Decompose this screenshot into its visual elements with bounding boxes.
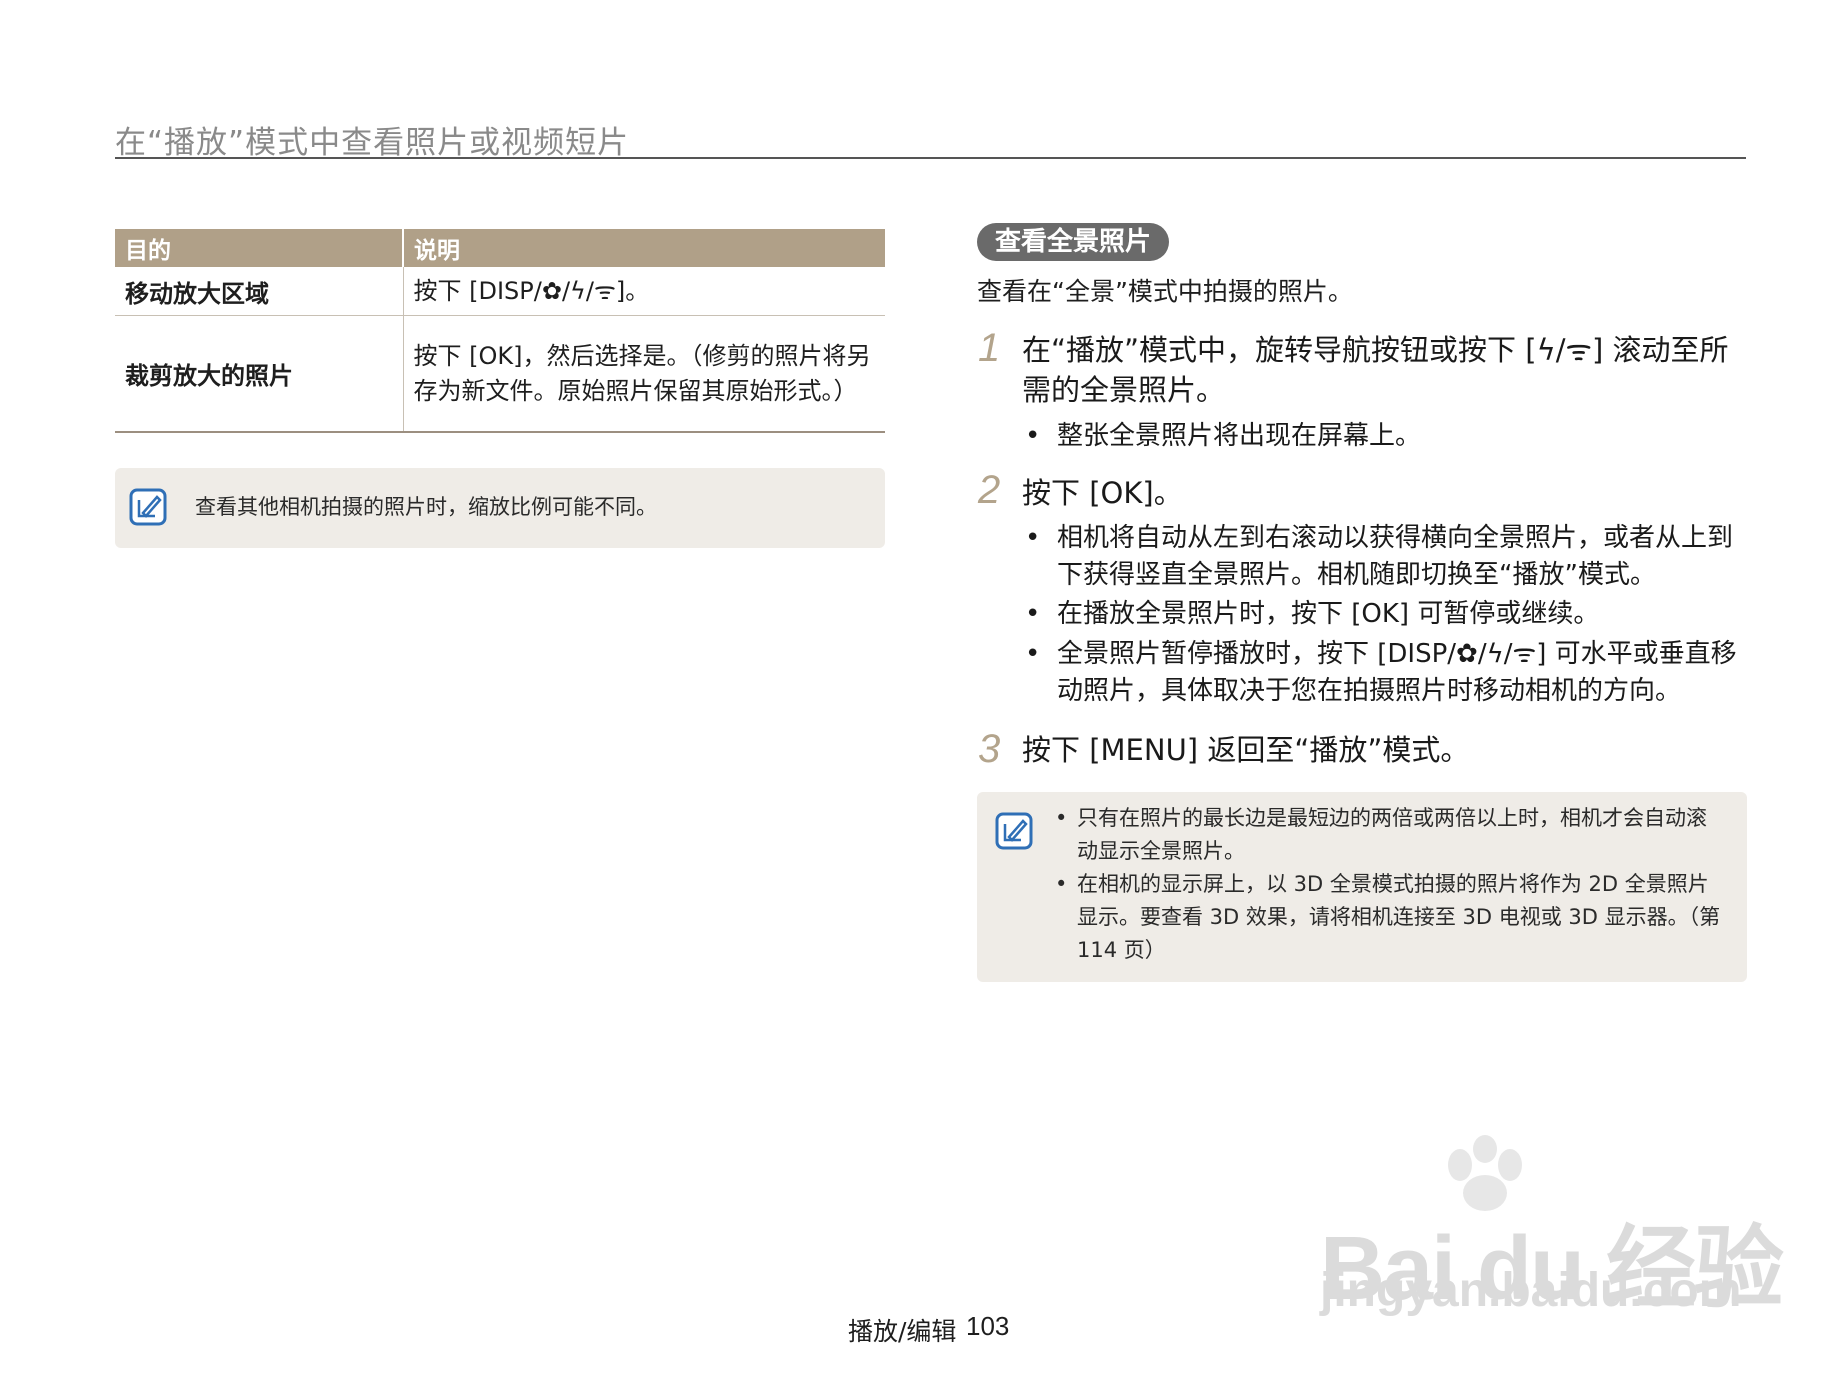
watermark-url: jingyan.baidu.com xyxy=(1320,1264,1742,1317)
step-bullet: • 相机将自动从左到右滚动以获得横向全景照片，或者从上到下获得竖直全景照片。相机随… xyxy=(1025,523,1734,590)
step-bullet: • 在播放全景照片时，按下 [OK] 可暂停或继续。 xyxy=(1025,599,1600,629)
step-number: 3 xyxy=(978,727,1001,771)
step-number: 2 xyxy=(978,468,1001,512)
step-text: 按下 [OK]。 xyxy=(1022,476,1183,510)
table-header-purpose: 目的 xyxy=(115,229,404,267)
note-pen-icon xyxy=(129,488,167,526)
table-cell-purpose: 裁剪放大的照片 xyxy=(115,315,404,433)
footer-section-label: 播放/编辑 xyxy=(848,1317,957,1346)
section-intro: 查看在“全景”模式中拍摄的照片。 xyxy=(977,277,1353,306)
note-bullet: • 在相机的显示屏上，以 3D 全景模式拍摄的照片将作为 2D 全景照片显示。要查… xyxy=(1055,872,1721,962)
note-text: 查看其他相机拍摄的照片时，缩放比例可能不同。 xyxy=(195,495,657,519)
note-box: • 只有在照片的最长边是最短边的两倍或两倍以上时，相机才会自动滚动显示全景照片。 … xyxy=(977,792,1747,982)
table-row: 裁剪放大的照片 按下 [OK]，然后选择是。（修剪的照片将另存为新文件。原始照片… xyxy=(115,315,885,433)
section-title: 查看全景照片 xyxy=(977,223,1170,261)
title-divider xyxy=(115,157,1746,159)
note-box: 查看其他相机拍摄的照片时，缩放比例可能不同。 xyxy=(115,468,885,548)
purpose-table: 目的 说明 移动放大区域 按下 [DISP/✿/ϟ/ᯤ]。 裁剪放大的照片 按下… xyxy=(115,229,885,433)
table-cell-purpose: 移动放大区域 xyxy=(115,267,404,316)
table-cell-description: 按下 [DISP/✿/ϟ/ᯤ]。 xyxy=(403,267,885,316)
step-number: 1 xyxy=(978,326,1001,370)
page-title: 在“播放”模式中查看照片或视频短片 xyxy=(115,125,630,161)
step-bullet: • 全景照片暂停播放时，按下 [DISP/✿/ϟ/ᯤ] 可水平或垂直移动照片，具体… xyxy=(1025,639,1737,706)
table-header-description: 说明 xyxy=(403,229,885,267)
step-text: 在“播放”模式中，旋转导航按钮或按下 [ϟ/ᯤ] 滚动至所需的全景照片。 xyxy=(1022,333,1729,407)
step-bullet: • 整张全景照片将出现在屏幕上。 xyxy=(1025,421,1422,451)
table-row: 移动放大区域 按下 [DISP/✿/ϟ/ᯤ]。 xyxy=(115,267,885,316)
note-pen-icon xyxy=(995,812,1033,850)
note-bullet: • 只有在照片的最长边是最短边的两倍或两倍以上时，相机才会自动滚动显示全景照片。 xyxy=(1055,806,1707,863)
baidu-watermark: Bai du 经验 jingyan.baidu.com xyxy=(1320,1135,1784,1335)
table-cell-description: 按下 [OK]，然后选择是。（修剪的照片将另存为新文件。原始照片保留其原始形式。… xyxy=(403,315,885,433)
step-text: 按下 [MENU] 返回至“播放”模式。 xyxy=(1022,733,1470,767)
page-number: 103 xyxy=(966,1311,1010,1341)
